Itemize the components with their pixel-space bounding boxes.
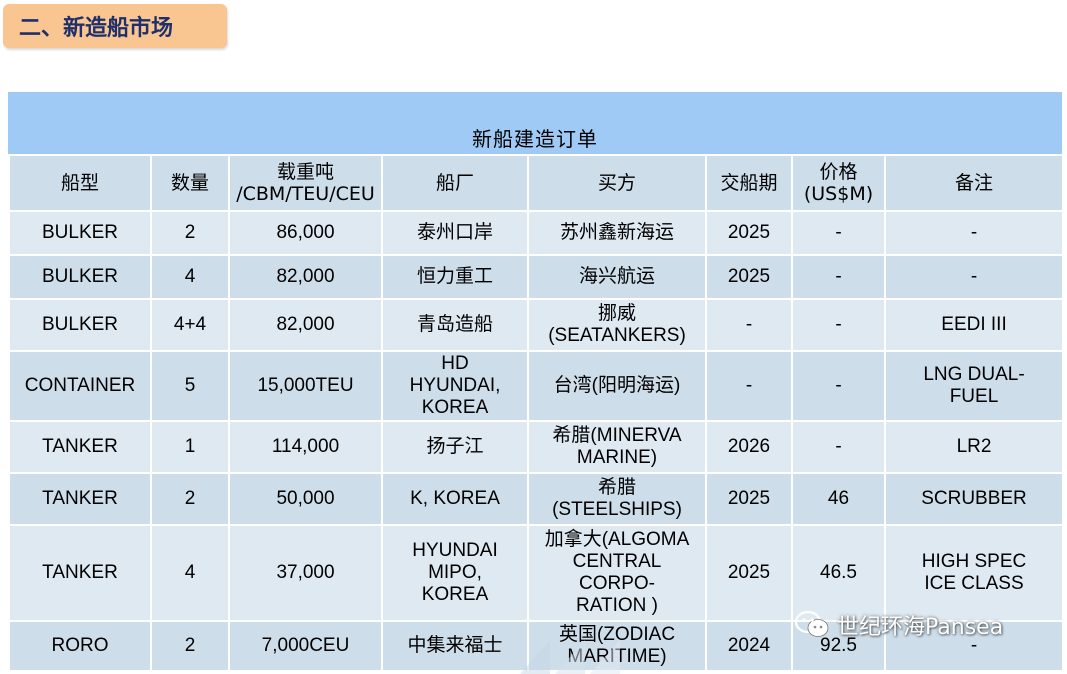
table-row: TANKER 1 114,000 扬子江 希腊(MINERVA MARINE) 2026- L… [8,420,1064,474]
cell-tonnage: 86,000 [228,210,383,256]
cell-remarks: EEDI III [884,298,1064,352]
cell-buyer: 加拿大(ALGOMA CENTRAL CORPO- RATION ) [527,524,707,622]
header-remarks: 备注 [884,154,1064,212]
cell-ship-type: BULKER [8,210,152,256]
cell-delivery: 2024 [705,620,793,672]
cell-shipyard: 中集来福士 [381,620,529,672]
cell-ship-type: CONTAINER [8,350,152,422]
cell-buyer: 海兴航运 [527,254,707,300]
cell-shipyard: 泰州口岸 [381,210,529,256]
header-quantity: 数量 [150,154,230,212]
cell-tonnage: 82,000 [228,254,383,300]
cell-tonnage: 114,000 [228,420,383,474]
cell-delivery: 2025 [705,524,793,622]
cell-quantity: 2 [150,620,230,672]
cell-shipyard: HD HYUNDAI, KOREA [381,350,529,422]
section-title: 二、新造船市场 [3,4,227,48]
cell-ship-type: TANKER [8,420,152,474]
cell-tonnage: 50,000 [228,472,383,526]
cell-price: - [791,298,886,352]
cell-delivery: - [705,350,793,422]
cell-quantity: 2 [150,472,230,526]
cell-price: - [791,420,886,474]
cell-buyer: 希腊(MINERVA MARINE) [527,420,707,474]
header-ship-type: 船型 [8,154,152,212]
cell-shipyard: 青岛造船 [381,298,529,352]
cell-quantity: 5 [150,350,230,422]
cell-delivery: 2025 [705,210,793,256]
cell-buyer: 苏州鑫新海运 [527,210,707,256]
decorative-triangles [520,640,620,674]
table-row: TANKER 2 50,000 K, KOREA 希腊 (STEELSHIPS) 2025 4… [8,472,1064,526]
cell-price: 46.5 [791,524,886,622]
cell-delivery: 2026 [705,420,793,474]
cell-ship-type: BULKER [8,254,152,300]
cell-shipyard: K, KOREA [381,472,529,526]
cell-ship-type: TANKER [8,524,152,622]
cell-price: - [791,350,886,422]
cell-quantity: 4 [150,254,230,300]
cell-tonnage: 82,000 [228,298,383,352]
cell-price: - [791,210,886,256]
cell-shipyard: HYUNDAI MIPO, KOREA [381,524,529,622]
table-row: BULKER 4 82,000 恒力重工 海兴航运 2025- - [8,254,1064,300]
header-tonnage: 载重吨/CBM/TEU/CEU [228,154,383,212]
cell-remarks: HIGH SPEC ICE CLASS [884,524,1064,622]
table-row: CONTAINER 5 15,000TEU HD HYUNDAI, KOREA 台湾(阳明海… [8,350,1064,422]
cell-remarks: LNG DUAL- FUEL [884,350,1064,422]
cell-buyer: 台湾(阳明海运) [527,350,707,422]
header-price: 价格 (US$M) [791,154,886,212]
watermark-text: 世纪环海Pansea [837,615,1004,640]
watermark: 世纪环海Pansea [795,609,1003,641]
table-body: BULKER 2 86,000 泰州口岸 苏州鑫新海运 2025- - BULKER 4 82,0… [8,210,1064,672]
cell-delivery: 2025 [705,254,793,300]
orders-table-container: 新船建造订单 船型 数量 载重吨/CBM/TEU/CEU 船厂 买方 交船期 价… [8,92,1064,672]
cell-price: 46 [791,472,886,526]
newbuilding-orders-table: 船型 数量 载重吨/CBM/TEU/CEU 船厂 买方 交船期 价格 (US$M)… [8,154,1064,672]
cell-remarks: - [884,254,1064,300]
wechat-icon [795,611,829,637]
cell-price: - [791,254,886,300]
cell-quantity: 4+4 [150,298,230,352]
cell-shipyard: 扬子江 [381,420,529,474]
cell-ship-type: BULKER [8,298,152,352]
table-row: BULKER 4+4 82,000 青岛造船 挪威 (SEATANKERS) - - EEDI … [8,298,1064,352]
cell-tonnage: 37,000 [228,524,383,622]
cell-remarks: SCRUBBER [884,472,1064,526]
header-row: 船型 数量 载重吨/CBM/TEU/CEU 船厂 买方 交船期 价格 (US$M)… [8,154,1064,212]
cell-tonnage: 7,000CEU [228,620,383,672]
cell-tonnage: 15,000TEU [228,350,383,422]
cell-shipyard: 恒力重工 [381,254,529,300]
cell-ship-type: TANKER [8,472,152,526]
header-buyer: 买方 [527,154,707,212]
cell-ship-type: RORO [8,620,152,672]
cell-buyer: 希腊 (STEELSHIPS) [527,472,707,526]
table-row: TANKER 4 37,000 HYUNDAI MIPO, KOREA 加拿大(ALGOMA… [8,524,1064,622]
cell-delivery: - [705,298,793,352]
cell-remarks: LR2 [884,420,1064,474]
table-row: BULKER 2 86,000 泰州口岸 苏州鑫新海运 2025- - [8,210,1064,256]
cell-buyer: 挪威 (SEATANKERS) [527,298,707,352]
header-delivery: 交船期 [705,154,793,212]
cell-remarks: - [884,210,1064,256]
header-shipyard: 船厂 [381,154,529,212]
cell-quantity: 1 [150,420,230,474]
cell-quantity: 2 [150,210,230,256]
cell-delivery: 2025 [705,472,793,526]
cell-quantity: 4 [150,524,230,622]
table-title: 新船建造订单 [8,92,1062,154]
